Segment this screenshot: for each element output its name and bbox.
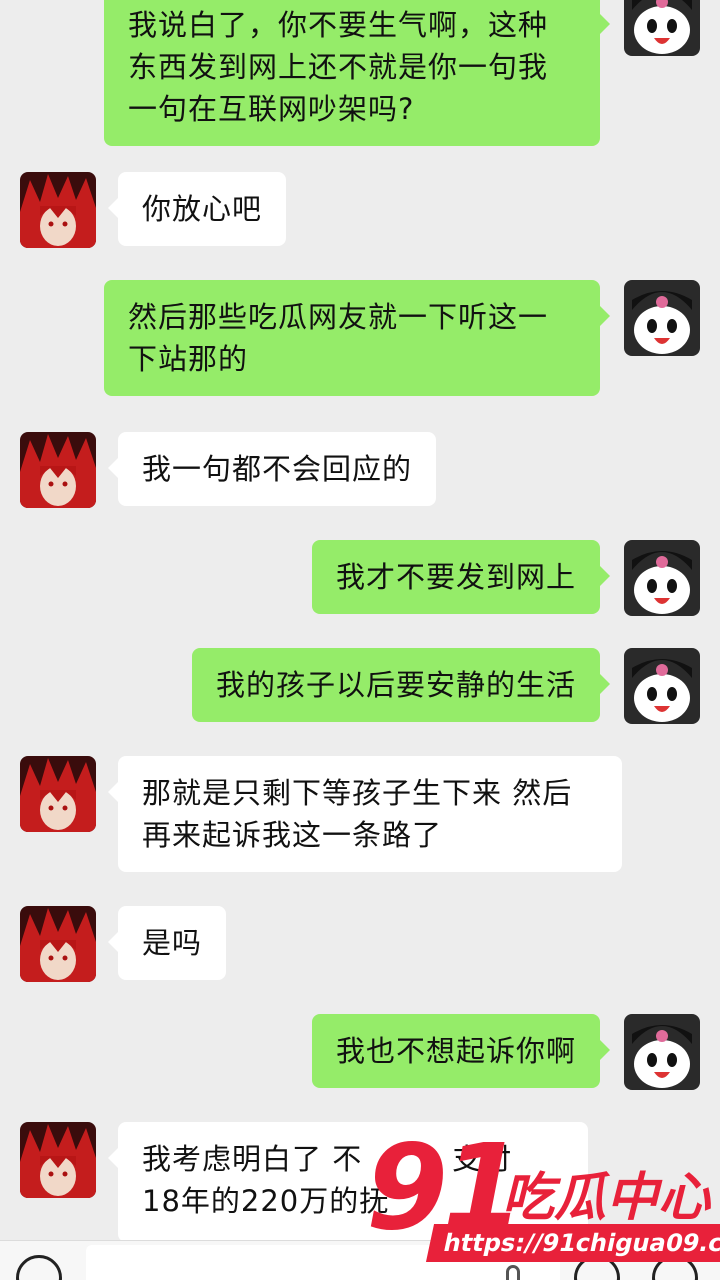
self-avatar[interactable] — [624, 540, 700, 616]
self-avatar[interactable] — [624, 1014, 700, 1090]
message-bubble-outgoing[interactable]: 我的孩子以后要安静的生活 — [191, 648, 611, 722]
self-avatar[interactable] — [624, 648, 700, 724]
message-bubble-incoming[interactable]: 你放心吧 — [107, 172, 287, 246]
message-bubble-incoming[interactable]: 我一句都不会回应的 — [107, 432, 437, 506]
contact-avatar[interactable] — [20, 1122, 96, 1198]
watermark-url: https://91chigua09.com — [425, 1224, 720, 1262]
contact-avatar[interactable] — [20, 906, 96, 982]
voice-icon[interactable] — [16, 1255, 62, 1280]
message-bubble-outgoing[interactable]: 我也不想起诉你啊 — [311, 1014, 611, 1088]
contact-avatar[interactable] — [20, 756, 96, 832]
message-bubble-outgoing[interactable]: 我说白了，你不要生气啊，这种 东西发到网上还不就是你一句我 一句在互联网吵架吗? — [104, 0, 610, 146]
message-bubble-outgoing[interactable]: 我才不要发到网上 — [311, 540, 611, 614]
chat-message-list[interactable]: 我说白了，你不要生气啊，这种 东西发到网上还不就是你一句我 一句在互联网吵架吗?… — [0, 0, 720, 1240]
self-avatar[interactable] — [624, 280, 700, 356]
message-bubble-incoming[interactable]: 是吗 — [107, 906, 227, 980]
message-bubble-incoming[interactable]: 那就是只剩下等孩子生下来 然后 再来起诉我这一条路了 — [108, 756, 622, 872]
contact-avatar[interactable] — [20, 172, 96, 248]
watermark: 91 吃瓜中心 https://91chigua09.com — [360, 1128, 720, 1268]
watermark-brand: 吃瓜中心 — [502, 1168, 711, 1228]
contact-avatar[interactable] — [20, 432, 96, 508]
message-bubble-outgoing[interactable]: 然后那些吃瓜网友就一下听这一 下站那的 — [104, 280, 610, 396]
self-avatar[interactable] — [624, 0, 700, 56]
